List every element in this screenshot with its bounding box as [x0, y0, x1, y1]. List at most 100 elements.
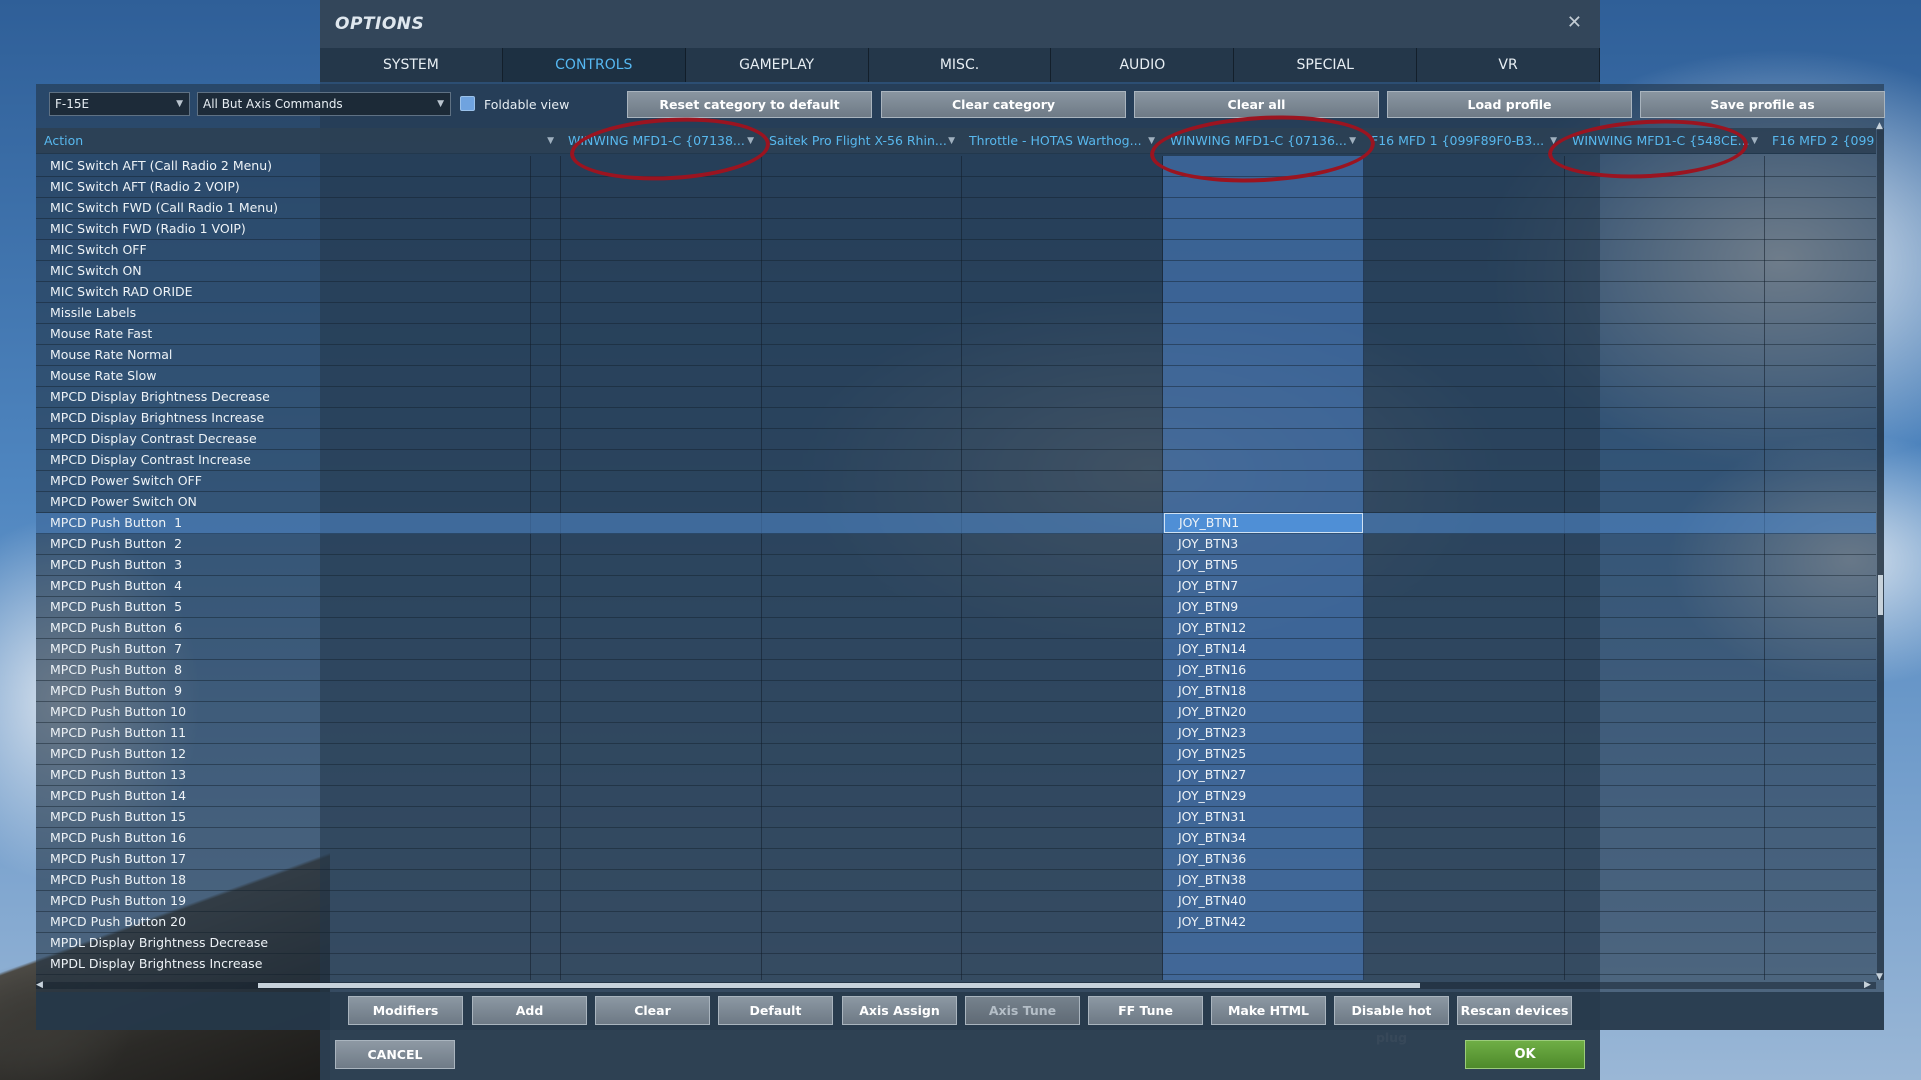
device-column-header[interactable]: Saitek Pro Flight X-56 Rhin... ▼	[761, 128, 961, 154]
device-column-header[interactable]: Throttle - HOTAS Warthog... ▼	[961, 128, 1161, 154]
binding-cell[interactable]: JOY_BTN38	[1164, 870, 1363, 890]
vertical-scroll-thumb[interactable]	[1878, 575, 1883, 615]
table-row[interactable]: MPCD Push Button 6 JOY_BTN12	[36, 618, 1876, 639]
table-row[interactable]: MPCD Push Button 19 JOY_BTN40	[36, 891, 1876, 912]
table-row[interactable]: MPCD Display Contrast Increase	[36, 450, 1876, 471]
table-row[interactable]: MPCD Push Button 7 JOY_BTN14	[36, 639, 1876, 660]
table-row[interactable]: MPCD Push Button 12 JOY_BTN25	[36, 744, 1876, 765]
device-column-header[interactable]: WINWING MFD1-C {07138... ▼	[560, 128, 760, 154]
reset-category-button[interactable]: Reset category to default	[627, 91, 872, 118]
table-row[interactable]: Mouse Rate Slow	[36, 366, 1876, 387]
default-button[interactable]: Default	[718, 996, 833, 1025]
table-row[interactable]: MIC Switch FWD (Call Radio 1 Menu)	[36, 198, 1876, 219]
scroll-up-arrow-icon[interactable]: ▲	[1876, 121, 1883, 131]
tab-misc[interactable]: MISC.	[869, 48, 1052, 82]
table-row[interactable]: MPCD Power Switch OFF	[36, 471, 1876, 492]
binding-cell[interactable]: JOY_BTN36	[1164, 849, 1363, 869]
binding-cell[interactable]: JOY_BTN34	[1164, 828, 1363, 848]
clear-all-button[interactable]: Clear all	[1134, 91, 1379, 118]
table-row[interactable]: MPCD Display Brightness Increase	[36, 408, 1876, 429]
modifiers-button[interactable]: Modifiers	[348, 996, 463, 1025]
table-row[interactable]: MPDL Display Brightness Increase	[36, 954, 1876, 975]
clear-button[interactable]: Clear	[595, 996, 710, 1025]
tab-controls[interactable]: CONTROLS	[502, 48, 686, 82]
action-column-header[interactable]: Action ▼	[36, 128, 560, 154]
table-row[interactable]: Mouse Rate Fast	[36, 324, 1876, 345]
device-column-header[interactable]: WINWING MFD1-C {548CE... ▼	[1564, 128, 1764, 154]
table-row[interactable]: Mouse Rate Normal	[36, 345, 1876, 366]
table-row[interactable]: Missile Labels	[36, 303, 1876, 324]
rescan-devices-button[interactable]: Rescan devices	[1457, 996, 1572, 1025]
table-row[interactable]: MPCD Display Contrast Decrease	[36, 429, 1876, 450]
table-row[interactable]: MPCD Power Switch ON	[36, 492, 1876, 513]
binding-cell[interactable]: JOY_BTN23	[1164, 723, 1363, 743]
table-row[interactable]: MPCD Push Button 10 JOY_BTN20	[36, 702, 1876, 723]
table-row[interactable]: MIC Switch RAD ORIDE	[36, 282, 1876, 303]
table-row[interactable]: MPCD Push Button 16 JOY_BTN34	[36, 828, 1876, 849]
table-row[interactable]: MIC Switch AFT (Call Radio 2 Menu)	[36, 156, 1876, 177]
table-row[interactable]: MPDL Display Brightness Decrease	[36, 933, 1876, 954]
foldable-view-checkbox[interactable]	[460, 96, 475, 111]
binding-cell[interactable]: JOY_BTN18	[1164, 681, 1363, 701]
tab-audio[interactable]: AUDIO	[1051, 48, 1235, 82]
tab-system[interactable]: SYSTEM	[320, 48, 503, 82]
binding-cell[interactable]: JOY_BTN40	[1164, 891, 1363, 911]
binding-cell[interactable]: JOY_BTN1	[1164, 513, 1363, 533]
binding-cell[interactable]: JOY_BTN27	[1164, 765, 1363, 785]
table-row[interactable]: MPCD Push Button 18 JOY_BTN38	[36, 870, 1876, 891]
table-row[interactable]: MPCD Push Button 5 JOY_BTN9	[36, 597, 1876, 618]
device-column-header[interactable]: F16 MFD 2 {099	[1764, 128, 1876, 154]
table-row[interactable]: MPCD Push Button 13 JOY_BTN27	[36, 765, 1876, 786]
clear-category-button[interactable]: Clear category	[881, 91, 1126, 118]
cancel-button[interactable]: CANCEL	[335, 1040, 455, 1069]
vertical-scrollbar[interactable]	[1877, 128, 1884, 980]
table-row[interactable]: MPCD Push Button 1 JOY_BTN1	[36, 513, 1876, 534]
table-row[interactable]: MPCD Push Button 8 JOY_BTN16	[36, 660, 1876, 681]
tab-gameplay[interactable]: GAMEPLAY	[686, 48, 869, 82]
device-column-header[interactable]: WINWING MFD1-C {07136... ▼	[1162, 128, 1362, 154]
binding-cell[interactable]: JOY_BTN31	[1164, 807, 1363, 827]
binding-cell[interactable]: JOY_BTN29	[1164, 786, 1363, 806]
binding-cell[interactable]: JOY_BTN14	[1164, 639, 1363, 659]
ff-tune-button[interactable]: FF Tune	[1088, 996, 1203, 1025]
binding-cell[interactable]: JOY_BTN12	[1164, 618, 1363, 638]
scroll-down-arrow-icon[interactable]: ▼	[1876, 972, 1883, 982]
add-button[interactable]: Add	[472, 996, 587, 1025]
aircraft-select[interactable]: F-15E ▼	[49, 92, 190, 116]
table-row[interactable]: MIC Switch ON	[36, 261, 1876, 282]
make-html-button[interactable]: Make HTML	[1211, 996, 1326, 1025]
binding-cell[interactable]: JOY_BTN9	[1164, 597, 1363, 617]
table-row[interactable]: MPCD Push Button 17 JOY_BTN36	[36, 849, 1876, 870]
table-row[interactable]: MPCD Push Button 14 JOY_BTN29	[36, 786, 1876, 807]
load-profile-button[interactable]: Load profile	[1387, 91, 1632, 118]
table-row[interactable]: MPCD Push Button 20 JOY_BTN42	[36, 912, 1876, 933]
table-row[interactable]: MPCD Push Button 11 JOY_BTN23	[36, 723, 1876, 744]
table-row[interactable]: MPCD Push Button 9 JOY_BTN18	[36, 681, 1876, 702]
axis-tune-button[interactable]: Axis Tune	[965, 996, 1080, 1025]
category-select[interactable]: All But Axis Commands ▼	[197, 92, 451, 116]
table-row[interactable]: MPCD Display Brightness Decrease	[36, 387, 1876, 408]
binding-cell[interactable]: JOY_BTN3	[1164, 534, 1363, 554]
scroll-left-arrow-icon[interactable]: ◀	[36, 980, 43, 990]
axis-assign-button[interactable]: Axis Assign	[842, 996, 957, 1025]
disable-hot-plug-button[interactable]: Disable hot plug	[1334, 996, 1449, 1045]
binding-cell[interactable]: JOY_BTN16	[1164, 660, 1363, 680]
binding-cell[interactable]: JOY_BTN20	[1164, 702, 1363, 722]
table-row[interactable]: MPCD Push Button 15 JOY_BTN31	[36, 807, 1876, 828]
close-icon[interactable]: ✕	[1567, 12, 1582, 33]
tab-vr[interactable]: VR	[1417, 48, 1601, 82]
table-row[interactable]: MIC Switch OFF	[36, 240, 1876, 261]
table-row[interactable]: MPCD Push Button 3 JOY_BTN5	[36, 555, 1876, 576]
device-column-header[interactable]: F16 MFD 1 {099F89F0-B3... ▼	[1363, 128, 1563, 154]
table-row[interactable]: MIC Switch AFT (Radio 2 VOIP)	[36, 177, 1876, 198]
binding-cell[interactable]: JOY_BTN42	[1164, 912, 1363, 932]
table-row[interactable]: MIC Switch FWD (Radio 1 VOIP)	[36, 219, 1876, 240]
table-row[interactable]: MPCD Push Button 4 JOY_BTN7	[36, 576, 1876, 597]
tab-special[interactable]: SPECIAL	[1234, 48, 1418, 82]
ok-button[interactable]: OK	[1465, 1040, 1585, 1069]
binding-cell[interactable]: JOY_BTN25	[1164, 744, 1363, 764]
horizontal-scroll-thumb[interactable]	[258, 983, 1420, 988]
save-profile-as-button[interactable]: Save profile as	[1640, 91, 1885, 118]
table-row[interactable]: MPCD Push Button 2 JOY_BTN3	[36, 534, 1876, 555]
binding-cell[interactable]: JOY_BTN5	[1164, 555, 1363, 575]
